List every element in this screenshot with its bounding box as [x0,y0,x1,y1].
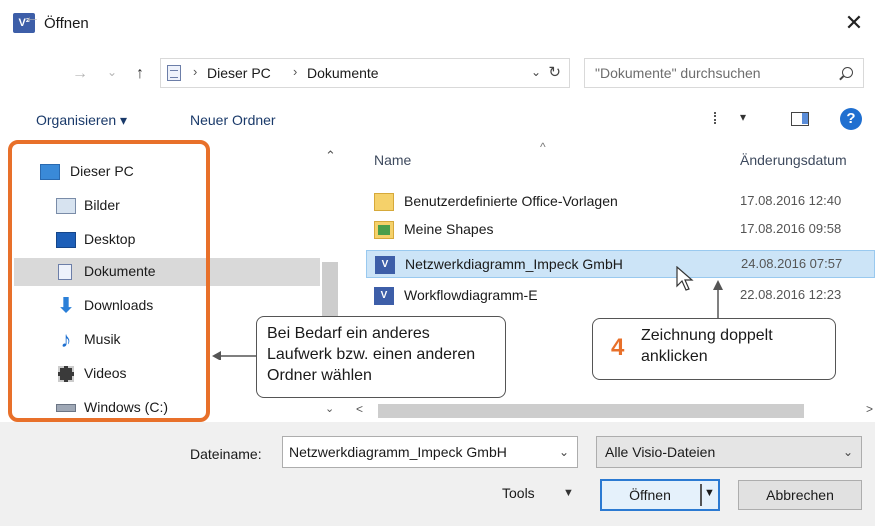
sidebar-item-label: Desktop [84,231,136,247]
search-box[interactable] [584,58,864,88]
tools-button[interactable]: Tools [502,485,535,501]
horizontal-scroll-thumb[interactable] [378,404,804,418]
file-row-netzwerkdiagramm[interactable]: V Netzwerkdiagramm_Impeck GmbH 24.08.201… [366,250,875,278]
open-dropdown-icon[interactable]: ▼ [704,487,715,499]
forward-arrow-icon[interactable]: → [68,62,92,86]
documents-location-icon [167,65,181,81]
drive-icon [56,404,76,412]
up-arrowhead-icon [713,280,723,290]
filename-input[interactable] [283,437,547,467]
file-date: 17.08.2016 09:58 [740,221,842,236]
shapes-overlay-icon [378,225,390,235]
refresh-icon[interactable]: ↻ [548,63,561,81]
callout-text: Bei Bedarf ein anderes Laufwerk bzw. ein… [267,325,476,384]
pictures-icon [56,198,76,214]
filename-label: Dateiname: [190,446,262,462]
recent-locations-icon[interactable]: ⌄ [104,60,120,84]
file-date: 22.08.2016 12:23 [740,287,842,302]
callout-text: Zeichnung doppelt anklicken [641,327,773,365]
step-number: 4 [611,334,625,361]
breadcrumb-separator: › [193,64,198,79]
tools-dropdown-icon[interactable]: ▼ [563,487,574,499]
open-button-label: Öffnen [629,487,671,503]
sort-caret-icon: ^ [540,140,546,154]
new-folder-button[interactable]: Neuer Ordner [190,112,276,128]
filetype-select[interactable]: Alle Visio-Dateien ⌄ [596,436,862,468]
column-header-name[interactable]: Name [374,152,411,168]
file-row-meine-shapes[interactable]: Meine Shapes 17.08.2016 09:58 [366,216,875,244]
help-icon[interactable]: ? [840,108,862,130]
cancel-button[interactable]: Abbrechen [738,480,862,510]
search-input[interactable] [585,59,830,87]
breadcrumb-separator: › [293,64,298,79]
chevron-down-icon[interactable]: ⌄ [559,445,569,459]
music-note-icon: ♪ [60,327,72,352]
filetype-value: Alle Visio-Dateien [605,444,716,460]
search-icon[interactable] [842,67,853,78]
back-arrow-icon[interactable]: ← [20,6,44,30]
monitor-icon [40,164,60,180]
visio-file-icon: V [375,256,395,274]
sidebar-item-desktop[interactable]: Desktop [14,226,320,254]
sidebar-item-label: Windows (C:) [84,399,169,415]
documents-icon [58,264,72,280]
up-arrow-icon[interactable]: ↑ [130,62,150,86]
file-name: Netzwerkdiagramm_Impeck GmbH [405,256,623,272]
sidebar-item-label: Bilder [84,197,120,213]
scroll-right-icon[interactable]: > [866,402,873,416]
folder-icon [374,193,394,211]
address-dropdown-icon[interactable]: ⌄ [531,65,541,79]
breadcrumb-dieser-pc[interactable]: Dieser PC [207,65,271,81]
chevron-down-icon[interactable]: ⌄ [843,445,853,459]
callout-double-click: 4 Zeichnung doppelt anklicken [592,318,836,380]
title-bar: V² Öffnen ✕ [0,0,875,48]
close-button[interactable]: ✕ [839,9,869,39]
left-arrowhead-icon [212,351,221,360]
preview-pane-icon[interactable] [791,112,809,126]
film-icon [58,366,74,382]
sidebar-item-dieser-pc[interactable]: Dieser PC [14,158,320,186]
download-arrow-icon: ⬇ [57,295,75,317]
organize-button[interactable]: Organisieren ▾ [36,112,127,129]
sidebar-item-bilder[interactable]: Bilder [14,192,320,220]
file-row-office-templates[interactable]: Benutzerdefinierte Office-Vorlagen 17.08… [366,188,875,216]
shapes-folder-icon [374,221,394,239]
file-date: 24.08.2016 07:57 [741,256,843,271]
desktop-icon [56,232,76,248]
scroll-left-icon[interactable]: < [356,402,363,416]
sidebar-item-label: Downloads [84,297,154,313]
mouse-cursor-icon [676,266,694,291]
scroll-down-icon[interactable]: ⌄ [325,402,334,415]
scroll-up-icon[interactable]: ⌃ [325,148,336,164]
address-bar[interactable]: › Dieser PC › Dokumente ⌄ ↻ [160,58,570,88]
open-button[interactable]: Öffnen ▼ [600,479,720,511]
window-title: Öffnen [44,15,89,32]
sidebar-item-label: Videos [84,365,127,381]
file-name: Benutzerdefinierte Office-Vorlagen [404,193,618,209]
sidebar-item-label: Dokumente [84,263,156,279]
sidebar-item-windows-c[interactable]: Windows (C:) [14,394,320,422]
callout-choose-folder: Bei Bedarf ein anderes Laufwerk bzw. ein… [256,316,506,398]
column-header-date[interactable]: Änderungsdatum [740,152,847,168]
view-dropdown-icon[interactable]: ▾ [740,110,746,124]
right-arrow-svg [713,280,723,318]
file-name: Meine Shapes [404,221,494,237]
view-options-icon[interactable] [714,112,728,124]
breadcrumb-dokumente[interactable]: Dokumente [307,65,379,81]
sidebar-item-label: Dieser PC [70,163,134,179]
file-date: 17.08.2016 12:40 [740,193,842,208]
split-divider [700,484,702,506]
filename-combobox[interactable]: ⌄ [282,436,578,468]
sidebar-item-label: Musik [84,331,121,347]
